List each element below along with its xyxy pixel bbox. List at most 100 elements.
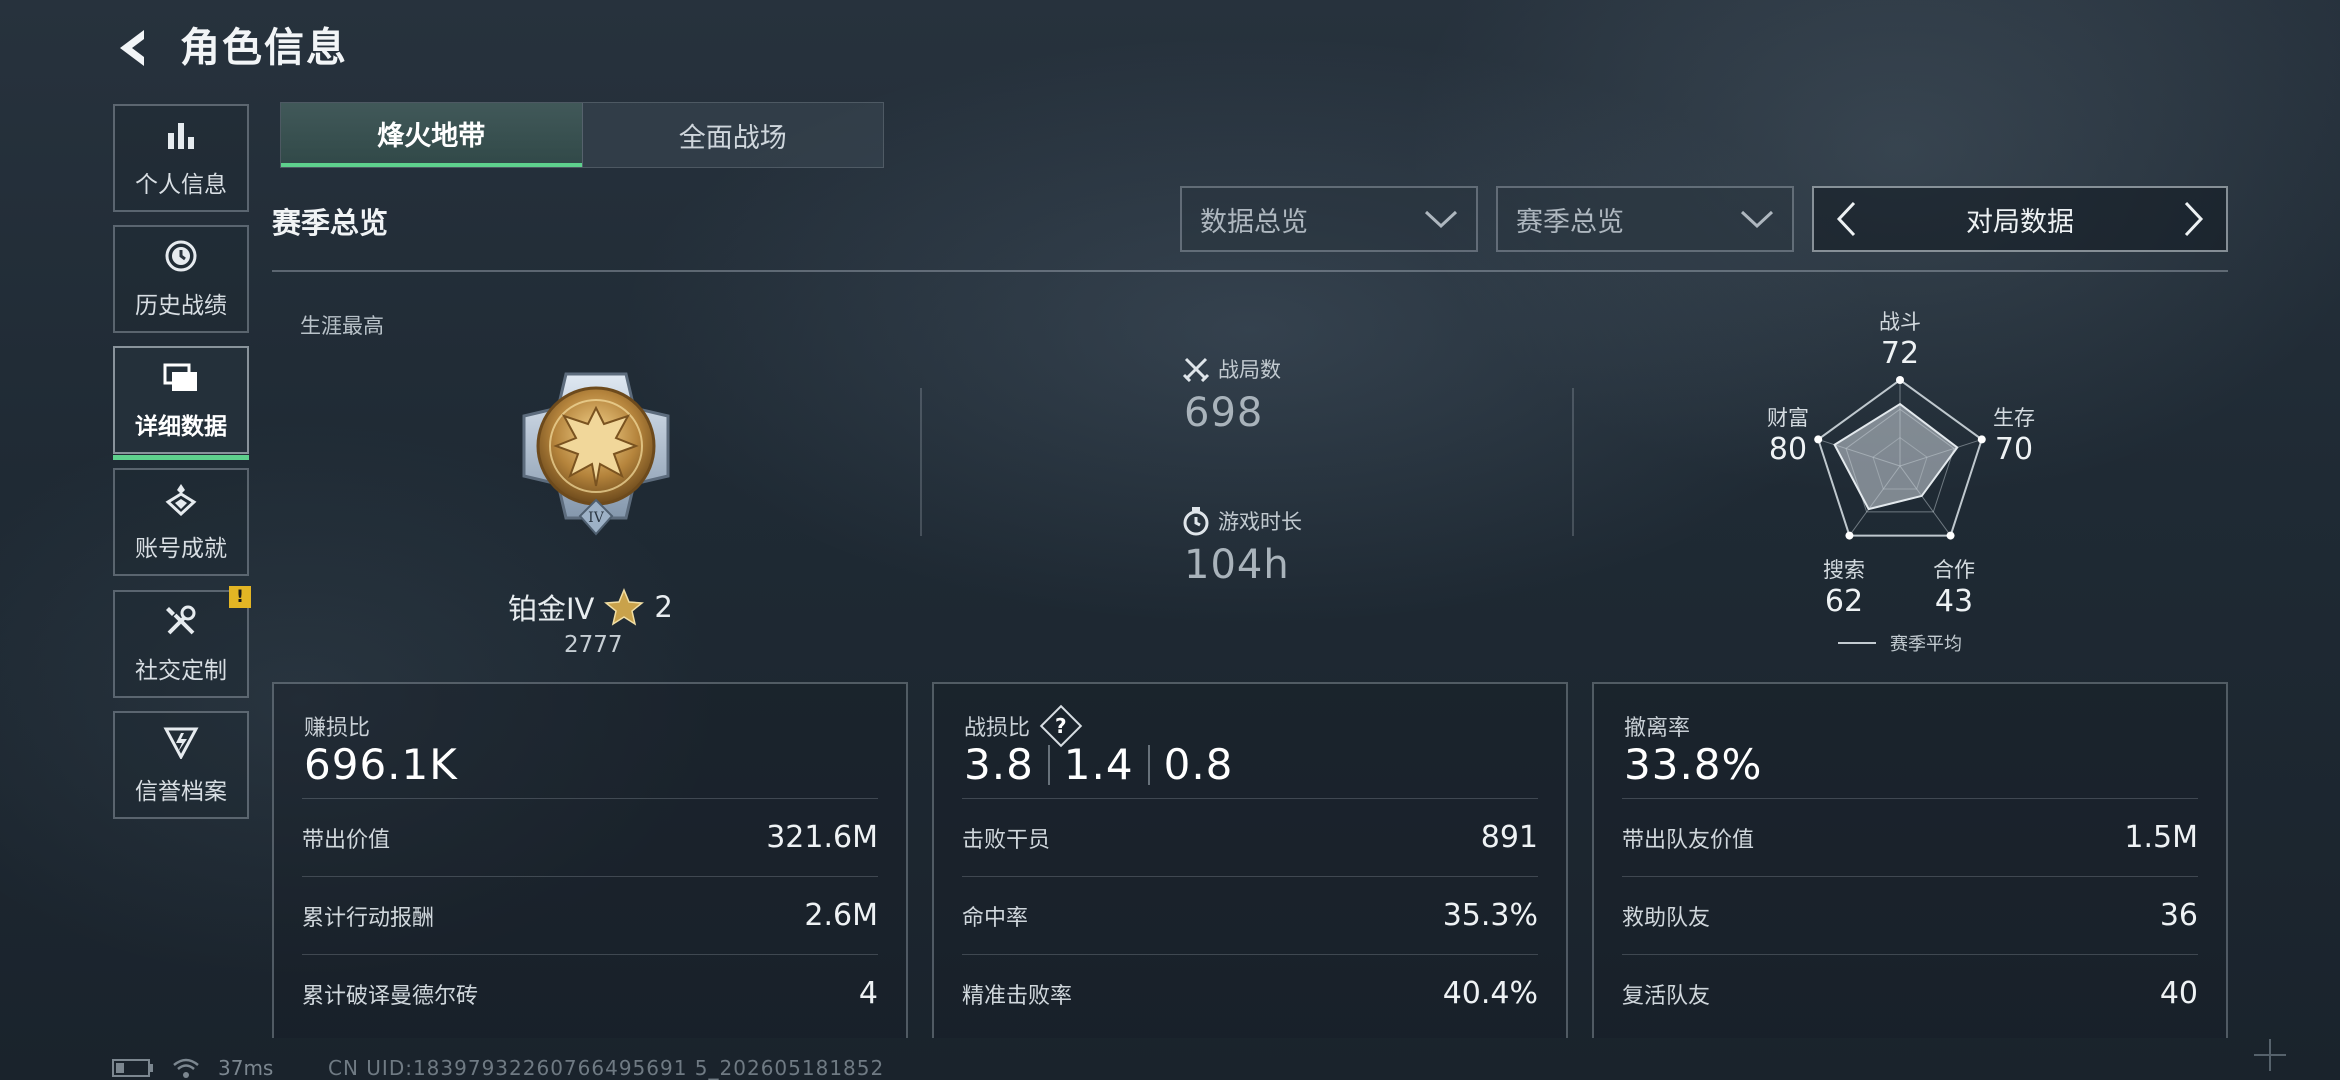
clock-icon xyxy=(163,238,199,274)
radar-vertex-2 xyxy=(1946,531,1955,540)
kd-rows: 击败干员 891 命中率 35.3% 精准击败率 40.4% xyxy=(932,682,1568,1038)
section-divider xyxy=(272,270,2228,272)
stat-row: 带出价值 321.6M xyxy=(302,798,878,876)
radar-value-search: 62 xyxy=(1824,584,1864,619)
radar-label-wealth: 财富 xyxy=(1767,406,1809,430)
rank-name: 铂金IV 2 xyxy=(508,586,673,628)
sidebar-item-social-custom[interactable]: 社交定制 ! xyxy=(113,586,251,698)
stat-label: 精准击败率 xyxy=(962,983,1073,1009)
tab-mode-2[interactable]: 全面战场 xyxy=(581,103,883,167)
radar-label-survival: 生存 xyxy=(1993,406,2035,430)
sidebar-item-label: 信誉档案 xyxy=(135,779,227,805)
stat-value: 35.3% xyxy=(1442,898,1538,933)
stat-label: 累计破译曼德尔砖 xyxy=(302,983,479,1009)
sidebar-item-label: 个人信息 xyxy=(135,172,227,198)
stat-value: 1.5M xyxy=(2124,820,2198,855)
page-title: 角色信息 xyxy=(180,25,348,71)
radar-value-shape xyxy=(1833,402,1959,511)
chevron-right-icon xyxy=(2184,201,2204,237)
radar-legend: 赛季平均 xyxy=(1838,630,1962,656)
stat-row: 复活队友 40 xyxy=(1622,954,2198,1032)
matches-label-row: 战局数 xyxy=(1182,354,1281,384)
data-pager: 对局数据 xyxy=(1812,186,2228,252)
stat-label: 命中率 xyxy=(962,905,1029,931)
star-icon xyxy=(604,588,645,626)
stat-row: 累计行动报酬 2.6M xyxy=(302,876,878,954)
profit-rows: 带出价值 321.6M 累计行动报酬 2.6M 累计破译曼德尔砖 4 xyxy=(272,682,908,1038)
sidebar-item-label: 账号成就 xyxy=(135,536,227,562)
tools-icon xyxy=(163,603,199,639)
plus-icon xyxy=(2250,1035,2290,1075)
status-bar: 37ms xyxy=(112,1056,273,1080)
sidebar-item-personal-info[interactable]: 个人信息 xyxy=(113,104,249,212)
stat-label: 救助队友 xyxy=(1622,905,1711,931)
playtime-label: 游戏时长 xyxy=(1218,510,1302,534)
stat-label: 复活队友 xyxy=(1622,983,1711,1009)
radar-value-combat: 72 xyxy=(1880,336,1920,371)
tab-mode-1[interactable]: 烽火地带 xyxy=(281,103,582,167)
divider xyxy=(1572,388,1574,536)
career-best-label: 生涯最高 xyxy=(300,314,384,338)
crossed-swords-icon xyxy=(1182,357,1210,383)
stat-label: 带出价值 xyxy=(302,827,391,853)
radar-vertex-0 xyxy=(1896,376,1904,384)
pager-prev-button[interactable] xyxy=(1826,197,1866,241)
uid-text: CN UID:18397932260766495691 5_2026051818… xyxy=(328,1056,885,1080)
chevron-down-icon xyxy=(1424,210,1458,229)
stat-row: 击败干员 891 xyxy=(962,798,1538,876)
sidebar-item-history[interactable]: 历史战绩 xyxy=(113,225,249,333)
back-button[interactable] xyxy=(112,24,156,72)
sidebar-item-label: 历史战绩 xyxy=(135,293,227,319)
playtime-value: 104h xyxy=(1184,542,1290,588)
notification-badge: ! xyxy=(229,586,251,608)
radar-chart xyxy=(1790,368,2010,568)
folders-icon xyxy=(163,359,199,395)
radar-label-teamwork: 合作 xyxy=(1933,558,1975,582)
bar-chart-icon xyxy=(163,117,199,153)
dropdown-value: 赛季总览 xyxy=(1516,206,1624,238)
rank-emblem: IV xyxy=(496,350,696,554)
wifi-icon xyxy=(173,1058,199,1078)
radar-value-teamwork: 43 xyxy=(1934,584,1974,619)
sidebar-item-credit-record[interactable]: 信誉档案 xyxy=(113,711,249,819)
radar-label-search: 搜索 xyxy=(1823,558,1865,582)
stat-row: 救助队友 36 xyxy=(1622,876,2198,954)
section-title: 赛季总览 xyxy=(272,206,389,240)
battery-icon xyxy=(112,1059,153,1077)
playtime-label-row: 游戏时长 xyxy=(1182,506,1302,536)
stat-label: 累计行动报酬 xyxy=(302,905,435,931)
pager-next-button[interactable] xyxy=(2174,197,2214,241)
radar-vertex-3 xyxy=(1845,531,1854,540)
rank-score: 2777 xyxy=(564,632,623,658)
sidebar-item-detailed-data[interactable]: 详细数据 xyxy=(113,346,249,460)
stat-row: 命中率 35.3% xyxy=(962,876,1538,954)
stat-value: 891 xyxy=(1480,820,1538,855)
rank-label: 铂金IV xyxy=(508,592,595,626)
sidebar-item-achievements[interactable]: 账号成就 xyxy=(113,468,249,576)
dropdown-value: 数据总览 xyxy=(1200,206,1308,238)
legend-line xyxy=(1838,642,1876,644)
emblem-numeral: IV xyxy=(588,510,605,526)
stat-value: 321.6M xyxy=(766,820,878,855)
stat-row: 精准击败率 40.4% xyxy=(962,954,1538,1032)
stat-value: 40.4% xyxy=(1442,976,1538,1011)
ping-value: 37ms xyxy=(218,1056,274,1080)
sidebar-item-label: 社交定制 xyxy=(135,658,227,684)
extract-rows: 带出队友价值 1.5M 救助队友 36 复活队友 40 xyxy=(1592,682,2228,1038)
data-type-dropdown[interactable]: 数据总览 xyxy=(1180,186,1478,252)
radar-label-combat: 战斗 xyxy=(1879,310,1921,334)
radar-value-wealth: 80 xyxy=(1768,432,1808,467)
sidebar-item-label: 详细数据 xyxy=(135,414,227,440)
shield-icon xyxy=(163,724,199,760)
radar-legend-label: 赛季平均 xyxy=(1890,634,1962,655)
divider xyxy=(920,388,922,536)
stat-value: 4 xyxy=(858,976,878,1011)
stat-label: 击败干员 xyxy=(962,827,1051,853)
matches-label: 战局数 xyxy=(1218,358,1281,382)
stat-row: 累计破译曼德尔砖 4 xyxy=(302,954,878,1032)
matches-value: 698 xyxy=(1184,390,1264,436)
mode-tabs: 烽火地带 全面战场 xyxy=(280,102,884,168)
season-dropdown[interactable]: 赛季总览 xyxy=(1496,186,1794,252)
radar-value-survival: 70 xyxy=(1994,432,2034,467)
stat-row: 带出队友价值 1.5M xyxy=(1622,798,2198,876)
